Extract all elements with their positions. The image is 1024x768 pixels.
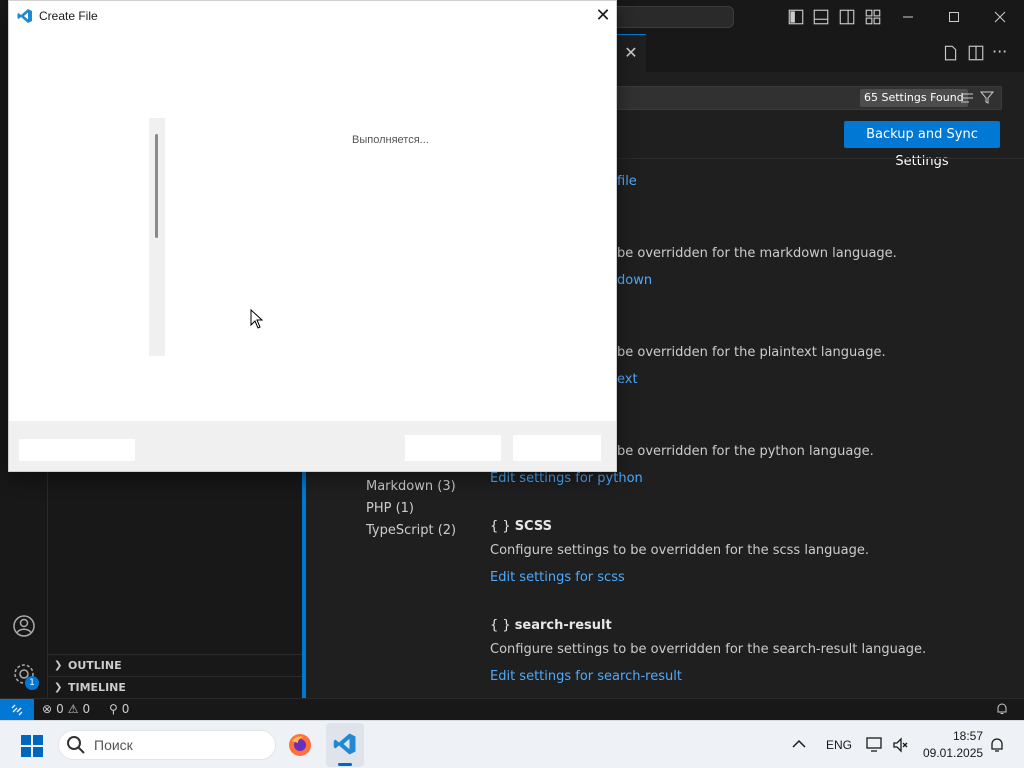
minimize-button[interactable] — [885, 0, 931, 34]
braces-icon: { } — [490, 519, 511, 534]
status-bar: ⊗ 0 ⚠ 0 ⚲ 0 — [0, 698, 1024, 721]
accounts-icon[interactable] — [12, 614, 36, 638]
remote-icon — [11, 704, 23, 716]
tab-close-icon[interactable]: ✕ — [622, 44, 640, 62]
ports-count: 0 — [121, 702, 130, 716]
edit-settings-search-result-link[interactable]: Edit settings for search-result — [490, 669, 682, 684]
command-center[interactable] — [610, 6, 734, 28]
setting-description: be overridden for the python language. — [617, 444, 874, 459]
split-editor-icon[interactable] — [967, 44, 985, 62]
setting-description: be overridden for the plaintext language… — [617, 345, 886, 360]
filter-icon[interactable] — [979, 89, 995, 105]
notifications-bell-icon[interactable] — [995, 702, 1009, 716]
clock-time[interactable]: 18:57 — [953, 729, 983, 743]
dialog-footer — [9, 421, 616, 471]
warning-count: 0 — [82, 702, 91, 716]
clock-date[interactable]: 09.01.2025 — [923, 746, 983, 760]
save-button[interactable] — [405, 435, 501, 461]
maximize-button[interactable] — [931, 0, 977, 34]
notification-bell-icon[interactable] — [989, 737, 1005, 753]
network-icon[interactable] — [866, 735, 884, 753]
setting-description: Configure settings to be overridden for … — [490, 642, 927, 657]
setting-title-text: SCSS — [514, 519, 552, 534]
setting-title-text: search-result — [514, 618, 612, 633]
firefox-icon[interactable] — [288, 733, 312, 757]
windows-taskbar: Поиск ENG 18:57 09.01.2025 — [0, 720, 1024, 768]
more-actions-icon[interactable]: ··· — [992, 42, 1007, 61]
backup-sync-button[interactable]: Backup and Sync Settings — [844, 121, 1000, 169]
warning-icon: ⚠ — [67, 702, 79, 716]
manage-badge: 1 — [25, 676, 39, 690]
toggle-primary-sidebar-icon[interactable] — [787, 8, 805, 26]
settings-found-badge: 65 Settings Found — [860, 89, 968, 107]
open-settings-json-icon[interactable] — [941, 44, 959, 62]
taskbar-search-box[interactable] — [58, 730, 276, 760]
dialog-scrollbar-thumb[interactable] — [155, 134, 158, 238]
edit-settings-link[interactable]: down — [617, 273, 652, 288]
timeline-section-header[interactable]: ❯ TIMELINE — [48, 676, 302, 698]
customize-layout-icon[interactable] — [864, 8, 882, 26]
ports-indicator[interactable]: ⚲ 0 — [109, 702, 129, 716]
vscode-icon — [333, 733, 356, 755]
remote-indicator[interactable] — [0, 699, 34, 721]
cancel-button[interactable] — [513, 435, 601, 461]
dialog-title: Create File — [39, 9, 98, 23]
active-app-indicator — [338, 763, 352, 766]
language-indicator[interactable]: ENG — [826, 738, 852, 752]
vscode-taskbar-button[interactable] — [326, 723, 364, 767]
search-icon — [67, 736, 85, 754]
timeline-label: TIMELINE — [68, 681, 126, 694]
toc-item-typescript[interactable]: TypeScript (2) — [366, 523, 456, 538]
error-icon: ⊗ — [42, 702, 53, 716]
edit-settings-scss-link[interactable]: Edit settings for scss — [490, 570, 625, 585]
outline-label: OUTLINE — [68, 659, 122, 672]
chevron-right-icon: ❯ — [54, 660, 63, 671]
vscode-logo-icon — [17, 9, 32, 23]
edit-settings-link[interactable]: file — [617, 174, 637, 189]
maximize-icon — [949, 12, 959, 22]
chevron-right-icon: ❯ — [54, 682, 63, 693]
braces-icon: { } — [490, 618, 511, 633]
progress-status-text: Выполняется... — [352, 134, 429, 146]
toggle-secondary-sidebar-icon[interactable] — [838, 8, 856, 26]
close-icon — [994, 11, 1006, 23]
chevron-up-icon[interactable] — [792, 739, 806, 749]
edit-settings-link[interactable]: ext — [617, 372, 638, 387]
close-window-button[interactable] — [977, 0, 1023, 34]
setting-title-scss: { } SCSS — [490, 519, 552, 534]
dialog-title-bar: Create File ✕ — [9, 1, 616, 31]
filename-field[interactable] — [19, 439, 135, 461]
taskbar-search-placeholder: Поиск — [94, 737, 133, 753]
setting-description: Configure settings to be overridden for … — [490, 543, 869, 558]
edit-settings-python-link[interactable]: Edit settings for python — [490, 471, 643, 486]
windows-start-icon[interactable] — [21, 735, 43, 757]
error-count: 0 — [56, 702, 64, 716]
dialog-close-button[interactable]: ✕ — [593, 6, 613, 26]
setting-description: be overridden for the markdown language. — [617, 246, 897, 261]
outline-section-header[interactable]: ❯ OUTLINE — [48, 654, 302, 676]
mouse-cursor-icon — [250, 309, 264, 329]
create-file-dialog: Create File ✕ Выполняется... — [8, 0, 617, 472]
minimize-icon — [903, 16, 913, 18]
toc-item-markdown[interactable]: Markdown (3) — [366, 479, 456, 494]
setting-title-search-result: { } search-result — [490, 618, 612, 633]
problems-indicator[interactable]: ⊗ 0 ⚠ 0 — [42, 702, 90, 716]
volume-muted-icon[interactable] — [892, 736, 910, 754]
toggle-panel-icon[interactable] — [812, 8, 830, 26]
clear-filter-icon[interactable] — [959, 90, 975, 106]
antenna-icon: ⚲ — [109, 702, 118, 716]
toc-item-php[interactable]: PHP (1) — [366, 501, 414, 516]
